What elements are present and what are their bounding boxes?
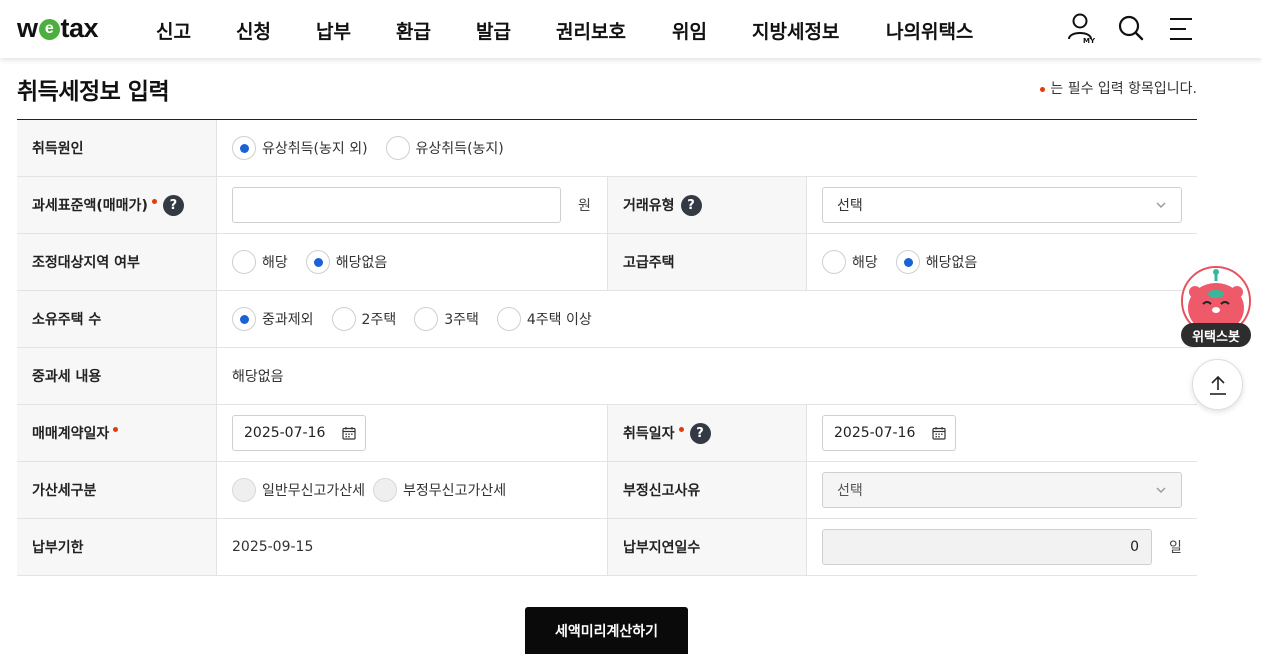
chevron-down-icon bbox=[1156, 202, 1166, 208]
help-icon[interactable]: ? bbox=[162, 194, 184, 216]
hamburger-menu-icon[interactable] bbox=[1166, 12, 1198, 46]
radio-houses-exempt[interactable]: 중과제외 bbox=[232, 307, 314, 331]
global-header: w e tax 신고 신청 납부 환급 발급 권리보호 위임 지방세정보 나의위택스… bbox=[0, 0, 1262, 58]
transaction-type-select[interactable]: 선택 bbox=[822, 187, 1182, 223]
label-tax-base: 과세표준액(매매가) ? bbox=[17, 177, 217, 233]
search-icon[interactable] bbox=[1116, 12, 1148, 46]
label-houses-owned: 소유주택 수 bbox=[17, 291, 217, 347]
form-row: 소유주택 수 중과제외 2주택 3주택 4주택 이상 bbox=[17, 291, 1197, 348]
radio-circle[interactable] bbox=[232, 250, 256, 274]
form-row: 취득원인 유상취득(농지 외) 유상취득(농지) bbox=[17, 120, 1197, 177]
label-acquisition-cause: 취득원인 bbox=[17, 120, 217, 176]
menu-item-pay[interactable]: 납부 bbox=[316, 17, 351, 44]
bot-label[interactable]: 위택스봇 bbox=[1181, 323, 1251, 347]
label-transaction-type: 거래유형 ? bbox=[607, 177, 807, 233]
required-dot-icon bbox=[1040, 86, 1046, 92]
label-due-date: 납부기한 bbox=[17, 519, 217, 575]
calendar-icon[interactable] bbox=[342, 426, 356, 440]
label-heavy-tax: 중과세 내용 bbox=[17, 348, 217, 404]
menu-item-apply[interactable]: 신청 bbox=[236, 17, 271, 44]
radio-luxury-yes[interactable]: 해당 bbox=[822, 250, 878, 274]
radio-circle[interactable] bbox=[373, 478, 398, 502]
fraud-reason-select[interactable]: 선택 bbox=[822, 472, 1182, 508]
form-row: 매매계약일자 2025-07-16 취득일자 ? 2025-07-16 bbox=[17, 405, 1197, 462]
label-delay-days: 납부지연일수 bbox=[607, 519, 807, 575]
wetax-bot[interactable]: 위택스봇 bbox=[1181, 266, 1251, 348]
menu-item-rights[interactable]: 권리보호 bbox=[556, 17, 626, 44]
wetax-logo[interactable]: w e tax bbox=[17, 12, 99, 44]
logo-e-badge: e bbox=[38, 18, 60, 40]
label-luxury-house: 고급주택 bbox=[607, 234, 807, 290]
unit-won: 원 bbox=[578, 198, 591, 214]
label-fraud-reason: 부정신고사유 bbox=[607, 462, 807, 518]
form-row: 중과세 내용 해당없음 bbox=[17, 348, 1197, 405]
unit-days: 일 bbox=[1169, 540, 1182, 556]
radio-adjusted-yes[interactable]: 해당 bbox=[232, 250, 288, 274]
scroll-top-button[interactable] bbox=[1192, 359, 1243, 410]
page-title: 취득세정보 입력 bbox=[17, 79, 170, 105]
chevron-down-icon bbox=[1156, 487, 1166, 493]
radio-penalty-fraud[interactable]: 부정무신고가산세 bbox=[373, 478, 506, 502]
radio-luxury-no[interactable]: 해당없음 bbox=[895, 250, 977, 274]
radio-circle[interactable] bbox=[232, 136, 256, 160]
radio-houses-3[interactable]: 3주택 bbox=[414, 307, 479, 331]
radio-paid-non-farmland[interactable]: 유상취득(농지 외) bbox=[232, 136, 368, 160]
menu-item-refund[interactable]: 환급 bbox=[396, 17, 431, 44]
calendar-icon[interactable] bbox=[932, 426, 946, 440]
radio-circle[interactable] bbox=[895, 250, 920, 274]
help-icon[interactable]: ? bbox=[680, 194, 702, 216]
menu-item-issue[interactable]: 발급 bbox=[476, 17, 511, 44]
contract-date-input[interactable]: 2025-07-16 bbox=[232, 415, 366, 451]
acquisition-tax-form: 취득원인 유상취득(농지 외) 유상취득(농지) 과세표준액(매매가) ? 원 … bbox=[17, 119, 1197, 576]
required-dot-icon bbox=[151, 198, 157, 204]
radio-circle[interactable] bbox=[232, 478, 256, 502]
arrow-up-icon bbox=[1209, 375, 1226, 395]
heavy-tax-value: 해당없음 bbox=[232, 369, 284, 385]
help-icon[interactable]: ? bbox=[689, 422, 711, 444]
required-dot-icon bbox=[113, 426, 119, 432]
radio-circle[interactable] bbox=[496, 307, 521, 331]
my-page-icon[interactable]: MY bbox=[1066, 12, 1098, 46]
radio-circle[interactable] bbox=[822, 250, 846, 274]
menu-item-local-tax-info[interactable]: 지방세정보 bbox=[752, 17, 839, 44]
radio-circle[interactable] bbox=[232, 307, 256, 331]
calculate-tax-button[interactable]: 세액미리계산하기 bbox=[525, 607, 688, 654]
radio-circle[interactable] bbox=[385, 136, 410, 160]
tax-base-input[interactable] bbox=[232, 187, 561, 223]
svg-text:MY: MY bbox=[1083, 37, 1096, 45]
menu-item-report[interactable]: 신고 bbox=[156, 17, 191, 44]
radio-circle[interactable] bbox=[414, 307, 439, 331]
delay-days-input: 0 bbox=[822, 529, 1152, 565]
label-penalty-type: 가산세구분 bbox=[17, 462, 217, 518]
required-dot-icon bbox=[678, 426, 684, 432]
radio-paid-farmland[interactable]: 유상취득(농지) bbox=[385, 136, 504, 160]
required-note: 는 필수 입력 항목입니다. bbox=[1040, 78, 1197, 98]
radio-circle[interactable] bbox=[331, 307, 356, 331]
menu-item-delegate[interactable]: 위임 bbox=[672, 17, 707, 44]
label-acquisition-date: 취득일자 ? bbox=[607, 405, 807, 461]
form-row: 과세표준액(매매가) ? 원 거래유형 ? 선택 bbox=[17, 177, 1197, 234]
form-row: 가산세구분 일반무신고가산세 부정무신고가산세 부정신고사유 선택 bbox=[17, 462, 1197, 519]
radio-penalty-general[interactable]: 일반무신고가산세 bbox=[232, 478, 365, 502]
radio-houses-2[interactable]: 2주택 bbox=[331, 307, 396, 331]
radio-circle[interactable] bbox=[305, 250, 330, 274]
due-date-value: 2025-09-15 bbox=[232, 539, 314, 555]
label-adjusted-area: 조정대상지역 여부 bbox=[17, 234, 217, 290]
acquisition-date-input[interactable]: 2025-07-16 bbox=[822, 415, 956, 451]
form-row: 납부기한 2025-09-15 납부지연일수 0 일 bbox=[17, 519, 1197, 576]
radio-houses-4-plus[interactable]: 4주택 이상 bbox=[496, 307, 592, 331]
label-contract-date: 매매계약일자 bbox=[17, 405, 217, 461]
form-row: 조정대상지역 여부 해당 해당없음 고급주택 해당 해당없음 bbox=[17, 234, 1197, 291]
radio-adjusted-no[interactable]: 해당없음 bbox=[305, 250, 387, 274]
menu-item-my-wetax[interactable]: 나의위택스 bbox=[886, 17, 973, 44]
